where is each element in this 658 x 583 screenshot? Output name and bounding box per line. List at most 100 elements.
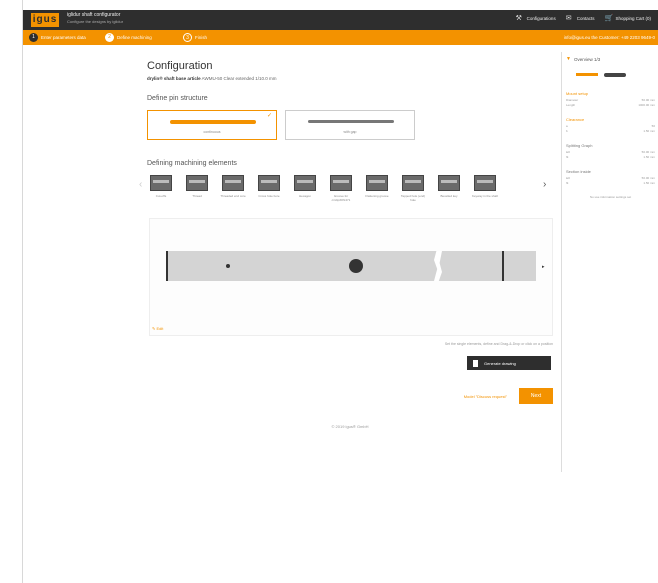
- small-hole-marker[interactable]: [226, 264, 230, 268]
- row-key: Length: [566, 103, 576, 107]
- overview-group: Mount setup Diameter 50.00 mm Length 1000.…: [566, 91, 655, 108]
- discuss-request-link[interactable]: Model "Discuss request": [464, 394, 507, 399]
- igus-logo[interactable]: igus: [31, 13, 59, 27]
- machining-element[interactable]: Flattening groove: [363, 175, 391, 198]
- article-label: drylin® shaft base article: [147, 76, 201, 81]
- drag-hint: Set the single elements, define and Drag…: [444, 342, 553, 346]
- row-value: 1.50 mm: [643, 155, 655, 159]
- next-button[interactable]: Next: [519, 388, 553, 404]
- nav-shopping-cart[interactable]: 🛒 Shopping Cart (0): [604, 15, 651, 22]
- row-value: 1000.00 mm: [638, 103, 655, 107]
- generate-drawing-label: Generate drawing: [484, 360, 516, 366]
- step-1[interactable]: 1 Enter parameters data: [29, 33, 86, 42]
- group-row: fit 1.50 mm: [566, 155, 655, 160]
- machining-element[interactable]: Groove for circlip/DIN471: [327, 175, 355, 202]
- nav-contacts-label: Contacts: [576, 16, 595, 21]
- machining-elements: ‹ Cut-offs Thread Threaded end core Cros…: [139, 175, 557, 202]
- shaft-bar[interactable]: ▸: [166, 251, 545, 281]
- pin-option-label: continuous: [203, 130, 221, 134]
- element-thumb: [330, 175, 352, 191]
- top-nav: ⚒ Configurations ✉ Contacts 🛒 Shopping C…: [516, 15, 651, 22]
- row-key: fit: [566, 181, 569, 185]
- footer-copyright: © 2019 igus® GmbH: [331, 424, 369, 429]
- step-3-label: Finish: [195, 35, 208, 40]
- app-window: igus iglidur shaft configurator Configur…: [22, 0, 658, 583]
- row-key: b: [566, 129, 568, 133]
- machining-element[interactable]: Keyway in the shaft: [471, 175, 499, 198]
- machining-element[interactable]: Threaded end core: [219, 175, 247, 198]
- nav-configurations[interactable]: ⚒ Configurations: [516, 15, 556, 22]
- step-1-number: 1: [29, 33, 38, 42]
- edit-link-label: Edit: [156, 326, 164, 331]
- element-thumb: [222, 175, 244, 191]
- overview-thumbnails: [566, 70, 655, 77]
- overview-note: No use information settings set: [589, 195, 632, 199]
- shaft-thumb[interactable]: [604, 73, 626, 77]
- element-label: Tapped hole (end) hole: [400, 194, 426, 202]
- overview-header[interactable]: ▼ Overview 1/3: [566, 56, 655, 62]
- machining-element[interactable]: Hexagon: [291, 175, 319, 198]
- element-label: Hexagon: [298, 194, 311, 198]
- arrow-right-icon: ▸: [542, 264, 545, 270]
- group-row: fit 1.50 mm: [566, 181, 655, 186]
- shaft-end-left: [166, 251, 168, 281]
- shaft-thumb-selected[interactable]: [576, 73, 598, 76]
- element-label: Bevelled key: [440, 194, 458, 198]
- element-thumb: [258, 175, 280, 191]
- element-thumb: [294, 175, 316, 191]
- machining-title: Defining machining elements: [147, 160, 237, 167]
- overview-title: Overview 1/3: [573, 56, 601, 62]
- shaft-end-right: [502, 251, 504, 281]
- group-title: Clearance: [566, 117, 585, 122]
- machining-element[interactable]: Cross hole bore: [255, 175, 283, 198]
- machining-element[interactable]: Cut-offs: [147, 175, 175, 198]
- step-3[interactable]: 3 Finish: [183, 33, 207, 42]
- page-title: Configuration: [147, 60, 213, 72]
- group-title: Splitting Graph: [566, 143, 593, 148]
- step-bar: 1 Enter parameters data 2 Define machini…: [23, 30, 658, 45]
- step-2[interactable]: 2 Define machining: [105, 33, 152, 42]
- nav-cart-label: Shopping Cart (0): [615, 16, 651, 21]
- top-bar: igus iglidur shaft configurator Configur…: [23, 10, 658, 30]
- element-thumb: [402, 175, 424, 191]
- element-label: Cut-offs: [155, 194, 167, 198]
- overview-group: Clearance a 50 b 1.50 mm: [566, 117, 655, 134]
- chevron-left-icon[interactable]: ‹: [139, 179, 142, 190]
- article-info: drylin® shaft base article AWMU-50 Clear…: [147, 76, 557, 81]
- element-thumb: [474, 175, 496, 191]
- shaft-break-mark: [434, 251, 442, 281]
- machining-element[interactable]: Thread: [183, 175, 211, 198]
- machining-element[interactable]: Tapped hole (end) hole: [399, 175, 427, 202]
- step-2-label: Define machining: [117, 35, 152, 40]
- pin-structure-options: continuous ✓ with gap: [147, 110, 557, 140]
- element-label: Flattening groove: [365, 194, 389, 198]
- chevron-down-icon: ▼: [566, 56, 571, 62]
- element-thumb: [150, 175, 172, 191]
- row-value: 1.50 mm: [643, 129, 655, 133]
- gap-pin-graphic: [308, 120, 394, 123]
- large-hole-marker[interactable]: [349, 259, 363, 273]
- group-row: b 1.50 mm: [566, 129, 655, 134]
- element-label: Groove for circlip/DIN471: [331, 194, 351, 202]
- group-row: Length 1000.00 mm: [566, 103, 655, 108]
- element-label: Threaded end core: [220, 194, 246, 198]
- cart-icon: 🛒: [604, 15, 614, 22]
- machining-element[interactable]: Bevelled key: [435, 175, 463, 198]
- chevron-right-icon[interactable]: ›: [543, 179, 546, 190]
- wrench-icon: ⚒: [515, 15, 522, 22]
- group-title: Section inside: [566, 169, 591, 174]
- pin-structure-title: Define pin structure: [147, 95, 208, 102]
- app-subtitle: Configure the designs by iglidur: [67, 19, 124, 24]
- edit-link[interactable]: ✎ Edit: [152, 326, 163, 331]
- element-label: Thread: [192, 194, 202, 198]
- pin-option-continuous[interactable]: continuous ✓: [147, 110, 277, 140]
- element-thumb: [366, 175, 388, 191]
- pin-option-with-gap[interactable]: with gap: [285, 110, 415, 140]
- row-key: fit: [566, 155, 569, 159]
- group-title: Mount setup: [566, 91, 589, 96]
- nav-contacts[interactable]: ✉ Contacts: [566, 15, 595, 22]
- main-content: Configuration drylin® shaft base article…: [139, 60, 557, 429]
- document-icon: [473, 359, 478, 367]
- continuous-pin-graphic: [170, 120, 256, 124]
- generate-drawing-button[interactable]: Generate drawing: [467, 356, 551, 370]
